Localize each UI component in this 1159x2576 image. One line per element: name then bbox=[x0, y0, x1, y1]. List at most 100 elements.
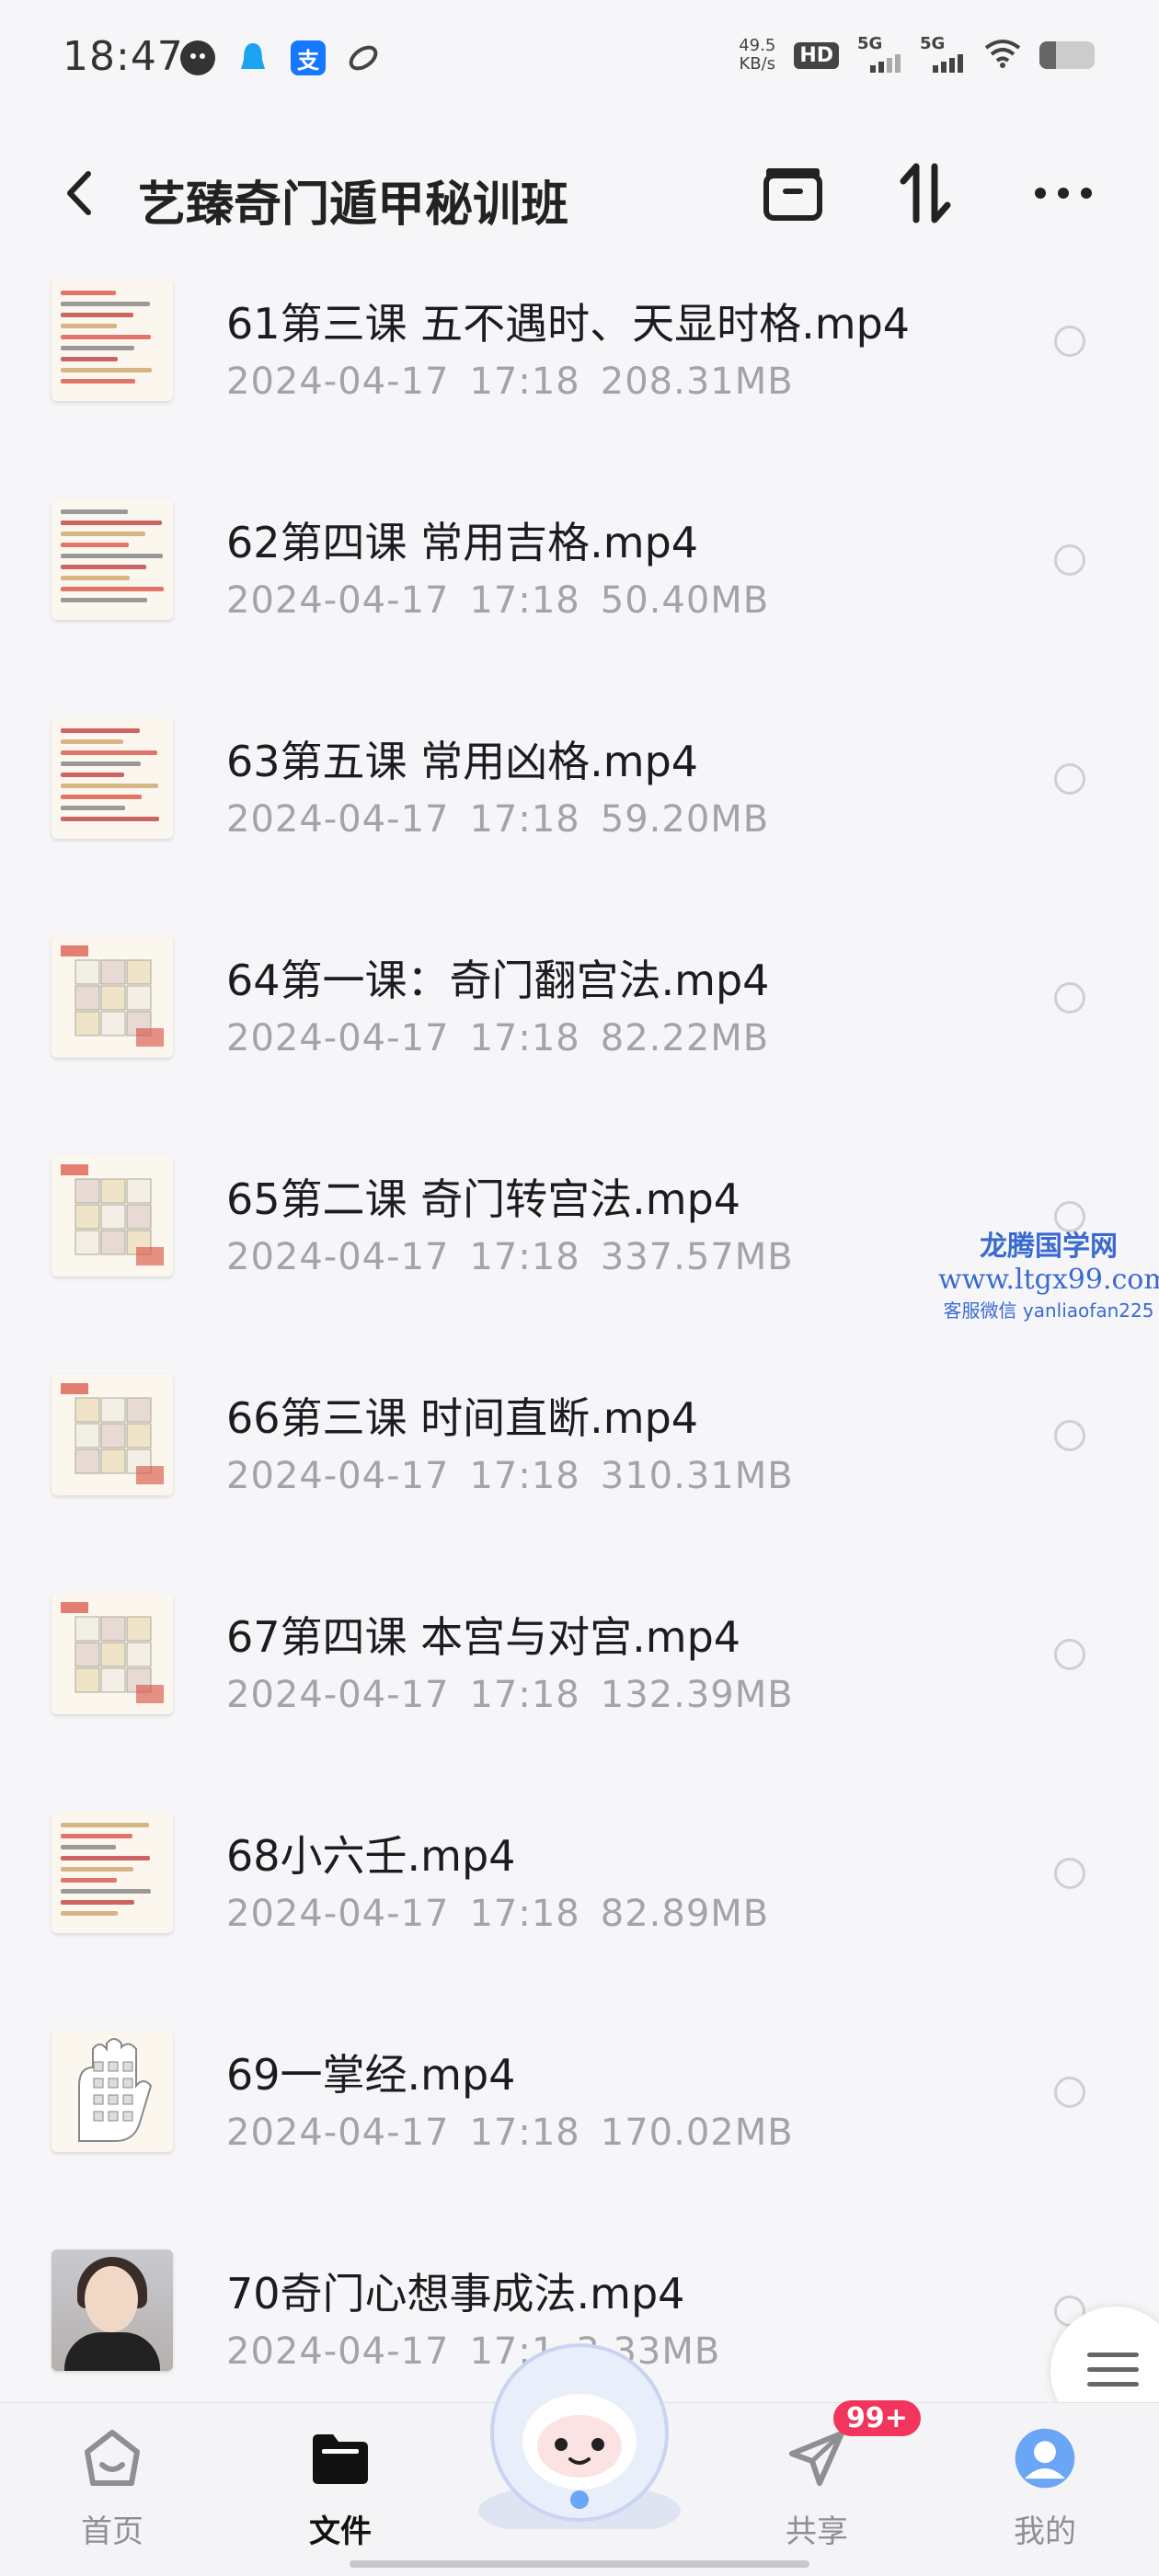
file-name: 66第三课 时间直断.mp4 bbox=[226, 1393, 699, 1443]
page-title: 艺臻奇门遁甲秘训班 bbox=[138, 177, 569, 233]
file-size: 170.02MB bbox=[600, 2112, 794, 2154]
nav-label-me: 我的 bbox=[1014, 2513, 1076, 2550]
watermark-contact: 客服微信 yanliaofan225 bbox=[943, 1299, 1154, 1322]
back-button[interactable] bbox=[52, 164, 107, 223]
hd-badge: HD bbox=[794, 41, 839, 69]
nav-label-files: 文件 bbox=[309, 2513, 372, 2550]
select-checkbox[interactable] bbox=[1054, 763, 1085, 795]
signal-icon: 5G bbox=[857, 34, 901, 73]
file-time: 17:18 bbox=[469, 1674, 580, 1716]
nav-item-me[interactable]: 我的 bbox=[971, 2403, 1119, 2576]
file-meta: 2024-04-17 17:18 50.40MB bbox=[226, 579, 769, 622]
file-row[interactable]: 68小六壬.mp4 2024-04-17 17:18 82.89MB bbox=[0, 1799, 1159, 2018]
status-bar: 18:47 支 49.5 KB/s HD 5G 5G bbox=[0, 0, 1159, 120]
select-checkbox[interactable] bbox=[1054, 1639, 1085, 1670]
watermark-url: www.ltgx99.com bbox=[938, 1264, 1159, 1296]
archive-button[interactable] bbox=[756, 158, 830, 228]
file-name: 63第五课 常用凶格.mp4 bbox=[226, 737, 699, 786]
file-thumbnail bbox=[52, 280, 173, 401]
file-row[interactable]: 64第一课：奇门翻宫法.mp4 2024-04-17 17:18 82.22MB bbox=[0, 923, 1159, 1142]
status-app-icons: 支 bbox=[180, 40, 381, 75]
file-row[interactable]: 66第三课 时间直断.mp4 2024-04-17 17:18 310.31MB bbox=[0, 1361, 1159, 1580]
file-thumbnail bbox=[52, 2250, 173, 2371]
mascot-icon bbox=[478, 2343, 681, 2538]
file-name: 64第一课：奇门翻宫法.mp4 bbox=[226, 956, 770, 1005]
file-meta: 2024-04-17 17:18 82.89MB bbox=[226, 1893, 769, 1935]
wifi-icon bbox=[984, 39, 1021, 72]
file-date: 2024-04-17 bbox=[226, 2112, 450, 2154]
file-row[interactable]: 69一掌经.mp4 2024-04-17 17:18 170.02MB bbox=[0, 2018, 1159, 2237]
file-thumbnail bbox=[52, 1593, 173, 1714]
file-size: 59.20MB bbox=[600, 798, 770, 841]
file-name: 67第四课 本宫与对宫.mp4 bbox=[226, 1612, 741, 1662]
file-time: 17:18 bbox=[469, 579, 580, 622]
signal2-label: 5G bbox=[920, 34, 946, 53]
select-checkbox[interactable] bbox=[1054, 1420, 1085, 1451]
avatar-icon bbox=[1014, 2427, 1076, 2490]
watermark: 龙腾国学网 www.ltgx99.com 客服微信 yanliaofan225 bbox=[938, 1223, 1159, 1322]
file-date: 2024-04-17 bbox=[226, 1017, 450, 1059]
file-size: 208.31MB bbox=[600, 361, 794, 403]
folder-icon bbox=[309, 2427, 372, 2490]
file-size: 132.39MB bbox=[600, 1674, 794, 1716]
file-date: 2024-04-17 bbox=[226, 2330, 450, 2373]
file-meta: 2024-04-17 17:18 170.02MB bbox=[226, 2112, 794, 2154]
assistant-mascot-button[interactable] bbox=[462, 2336, 697, 2538]
select-checkbox[interactable] bbox=[1054, 2077, 1085, 2108]
select-checkbox[interactable] bbox=[1054, 982, 1085, 1013]
file-thumbnail bbox=[52, 717, 173, 839]
file-date: 2024-04-17 bbox=[226, 361, 450, 403]
file-date: 2024-04-17 bbox=[226, 579, 450, 622]
file-row[interactable]: 62第四课 常用吉格.mp4 2024-04-17 17:18 50.40MB bbox=[0, 486, 1159, 704]
file-time: 17:18 bbox=[469, 1455, 580, 1497]
file-name: 62第四课 常用吉格.mp4 bbox=[226, 518, 699, 567]
file-row[interactable]: 67第四课 本宫与对宫.mp4 2024-04-17 17:18 132.39MB bbox=[0, 1580, 1159, 1799]
paper-plane-icon bbox=[786, 2427, 848, 2490]
file-time: 17:18 bbox=[469, 2112, 580, 2154]
status-time: 18:47 bbox=[63, 33, 184, 80]
alipay-icon: 支 bbox=[291, 40, 326, 75]
file-meta: 2024-04-17 17:18 82.22MB bbox=[226, 1017, 769, 1059]
nav-label-home: 首页 bbox=[81, 2513, 143, 2550]
select-checkbox[interactable] bbox=[1054, 326, 1085, 357]
battery-icon bbox=[1039, 41, 1095, 69]
file-thumbnail bbox=[52, 1155, 173, 1277]
sort-button[interactable] bbox=[889, 158, 962, 228]
watermark-title: 龙腾国学网 bbox=[980, 1231, 1118, 1263]
more-icon bbox=[1035, 188, 1092, 199]
file-thumbnail bbox=[52, 1374, 173, 1495]
file-meta: 2024-04-17 17:18 132.39MB bbox=[226, 1674, 794, 1716]
file-list: 61第三课 五不遇时、天显时格.mp4 2024-04-17 17:18 208.31… bbox=[0, 267, 1159, 2456]
top-app-bar: 艺臻奇门遁甲秘训班 bbox=[0, 138, 1159, 248]
signal1-label: 5G bbox=[857, 34, 883, 53]
file-name: 69一掌经.mp4 bbox=[226, 2050, 516, 2100]
file-name: 65第二课 奇门转宫法.mp4 bbox=[226, 1174, 741, 1224]
file-size: 82.89MB bbox=[600, 1893, 770, 1935]
home-indicator[interactable] bbox=[350, 2560, 809, 2568]
file-row[interactable]: 61第三课 五不遇时、天显时格.mp4 2024-04-17 17:18 208.31… bbox=[0, 267, 1159, 486]
chevron-left-icon bbox=[67, 171, 91, 215]
net-speed-value: 49.5 bbox=[739, 36, 776, 55]
nav-label-share: 共享 bbox=[786, 2513, 848, 2550]
file-thumbnail bbox=[52, 498, 173, 620]
select-checkbox[interactable] bbox=[1054, 544, 1085, 576]
qq-bell-icon bbox=[235, 40, 270, 75]
file-time: 17:18 bbox=[469, 798, 580, 841]
file-size: 50.40MB bbox=[600, 579, 770, 622]
file-time: 17:18 bbox=[469, 1893, 580, 1935]
file-name: 61第三课 五不遇时、天显时格.mp4 bbox=[226, 299, 911, 349]
nav-item-files[interactable]: 文件 bbox=[267, 2403, 414, 2576]
file-date: 2024-04-17 bbox=[226, 1236, 450, 1278]
file-time: 17:18 bbox=[469, 361, 580, 403]
select-checkbox[interactable] bbox=[1054, 1858, 1085, 1889]
file-name: 70奇门心想事成法.mp4 bbox=[226, 2269, 685, 2318]
file-thumbnail bbox=[52, 1812, 173, 1933]
file-meta: 2024-04-17 17:18 208.31MB bbox=[226, 361, 794, 403]
file-row[interactable]: 63第五课 常用凶格.mp4 2024-04-17 17:18 59.20MB bbox=[0, 704, 1159, 923]
file-meta: 2024-04-17 17:18 59.20MB bbox=[226, 798, 769, 841]
net-speed: 49.5 KB/s bbox=[739, 37, 775, 74]
nav-item-home[interactable]: 首页 bbox=[39, 2403, 186, 2576]
file-thumbnail bbox=[52, 936, 173, 1058]
more-button[interactable] bbox=[1027, 158, 1100, 228]
share-badge: 99+ bbox=[833, 2400, 921, 2436]
